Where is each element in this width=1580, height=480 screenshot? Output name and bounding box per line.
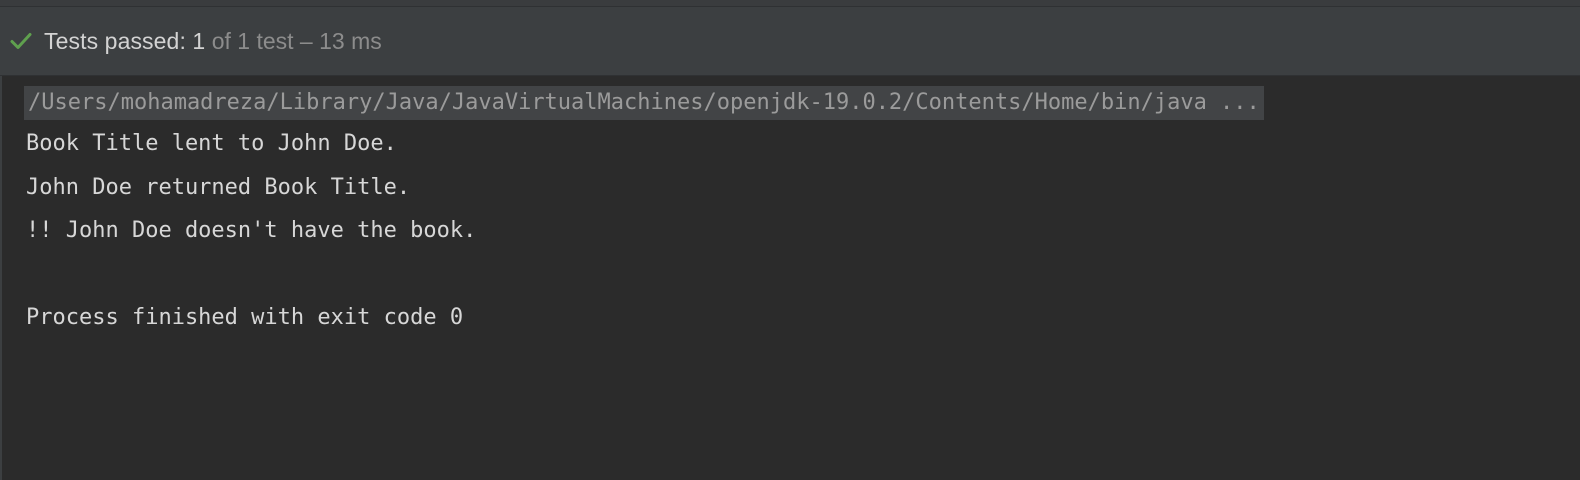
- console-line: !! John Doe doesn't have the book.: [26, 218, 477, 243]
- process-exit-line: Process finished with exit code 0: [26, 305, 464, 330]
- tests-passed-label: Tests passed: 1: [44, 27, 206, 54]
- test-status-bar: Tests passed: 1 of 1 test – 13 ms: [0, 6, 1580, 76]
- console-line: Book Title lent to John Doe.: [26, 131, 397, 156]
- command-line[interactable]: /Users/mohamadreza/Library/Java/JavaVirt…: [24, 86, 1264, 120]
- checkmark-icon: [8, 28, 34, 54]
- run-tool-window: Tests passed: 1 of 1 test – 13 ms /Users…: [0, 0, 1580, 480]
- console-output[interactable]: /Users/mohamadreza/Library/Java/JavaVirt…: [0, 76, 1580, 480]
- tests-detail-label: of 1 test – 13 ms: [205, 27, 382, 54]
- console-line: John Doe returned Book Title.: [26, 175, 411, 200]
